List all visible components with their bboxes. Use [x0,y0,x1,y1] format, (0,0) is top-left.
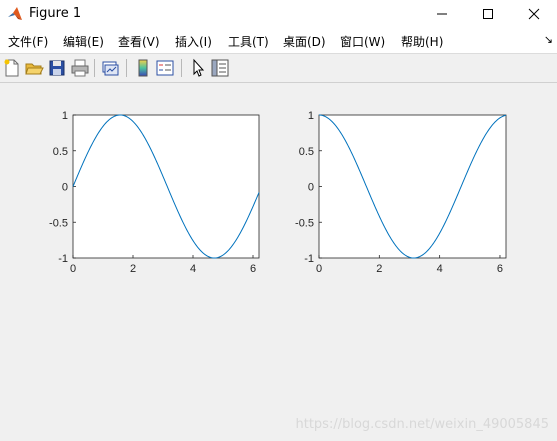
y-tick-label: 0.5 [299,146,314,158]
menu-edit[interactable]: 编辑(E) [63,33,104,50]
y-tick-label: -0.5 [49,217,68,229]
x-tick-label: 6 [497,263,503,275]
legend-icon[interactable] [155,58,175,78]
menu-bar: 文件(F) 编辑(E) 查看(V) 插入(I) 工具(T) 桌面(D) 窗口(W… [0,28,557,54]
print-icon[interactable] [70,58,90,78]
menu-insert[interactable]: 插入(I) [175,33,212,50]
axes-box [318,114,507,259]
chevron-arrow-icon[interactable]: ↘ [544,33,553,46]
figure-canvas: 0 2 4 6 1 0.5 0 -0.5 -1 0 2 4 6 1 0.5 0 -0.5 -1 https://b… [0,83,557,441]
menu-file[interactable]: 文件(F) [8,33,48,50]
menu-window[interactable]: 窗口(W) [340,33,385,50]
new-figure-icon[interactable] [2,58,22,78]
watermark: https://blog.csdn.net/weixin_49005845 [295,417,549,432]
axes-box [72,114,260,259]
x-tick-label: 2 [130,263,136,275]
title-bar: Figure 1 [0,0,557,28]
y-tick-label: 1 [308,110,314,122]
x-tick-label: 0 [70,263,76,275]
plots-svg: 0 2 4 610.50-0.5-10 2 4 610.50-0.5-1 [49,110,507,275]
axes-right[interactable] [318,114,507,259]
menu-view[interactable]: 查看(V) [118,33,160,50]
y-tick-label: 0 [62,182,68,194]
property-inspector-icon[interactable] [210,58,230,78]
axes-left[interactable] [72,114,260,259]
x-tick-label: 0 [316,263,322,275]
colorbar-icon[interactable] [133,58,153,78]
minimize-icon [437,13,447,15]
x-tick-label: 2 [376,263,382,275]
y-tick-label: -1 [304,253,314,265]
menu-tools[interactable]: 工具(T) [228,33,269,50]
minimize-button[interactable] [419,0,465,28]
menu-desktop[interactable]: 桌面(D) [283,33,326,50]
close-icon [528,8,540,20]
x-tick-label: 6 [250,263,256,275]
open-file-icon[interactable] [24,58,44,78]
window-title: Figure 1 [29,6,82,21]
x-tick-label: 4 [437,263,443,275]
y-tick-label: 0 [308,182,314,194]
x-tick-label: 4 [190,263,196,275]
edit-plot-icon[interactable] [188,58,208,78]
y-tick-label: 1 [62,110,68,122]
save-icon[interactable] [47,58,67,78]
maximize-button[interactable] [465,0,511,28]
menu-help[interactable]: 帮助(H) [401,33,443,50]
maximize-icon [483,9,493,19]
toolbar-separator [181,59,182,77]
link-plot-icon[interactable] [100,58,120,78]
y-tick-label: -0.5 [295,217,314,229]
matlab-icon [8,7,22,20]
close-button[interactable] [511,0,557,28]
y-tick-label: 0.5 [53,146,68,158]
y-tick-label: -1 [58,253,68,265]
toolbar-separator [94,59,95,77]
figure-toolbar [0,54,557,83]
toolbar-separator [126,59,127,77]
